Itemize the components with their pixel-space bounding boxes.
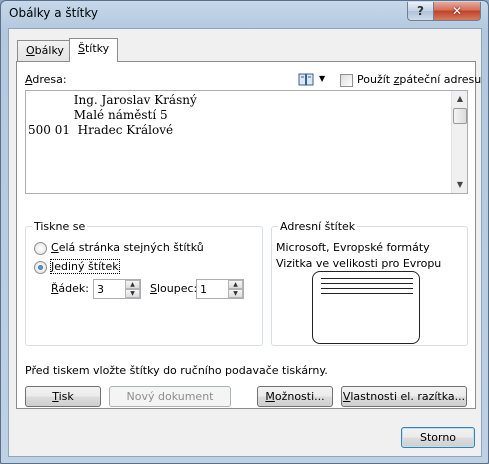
dialog-window: Obálky a štítky ? ✕ Obálky Štítky Adresa… bbox=[0, 0, 489, 464]
column-down-icon[interactable]: ▼ bbox=[228, 289, 243, 298]
window-title: Obálky a štítky bbox=[9, 6, 98, 20]
label-group-title: Adresní štítek bbox=[278, 220, 358, 233]
preview-line bbox=[321, 278, 413, 279]
single-label-radio[interactable] bbox=[34, 261, 47, 274]
label-preview[interactable] bbox=[312, 271, 420, 344]
scroll-down-icon[interactable]: ▼ bbox=[452, 177, 468, 193]
hint-text: Před tiskem vložte štítky do ručního pod… bbox=[25, 364, 328, 377]
label-vendor: Microsoft, Evropské formáty bbox=[276, 241, 430, 254]
use-return-address-checkbox[interactable] bbox=[340, 74, 353, 87]
title-bar[interactable]: Obálky a štítky ? ✕ bbox=[1, 1, 488, 27]
row-value: 3 bbox=[97, 283, 104, 296]
address-label: Adresa: bbox=[25, 73, 67, 86]
address-textarea[interactable]: Ing. Jaroslav Krásný Malé náměstí 5 500 … bbox=[25, 90, 468, 194]
column-up-icon[interactable]: ▲ bbox=[228, 280, 243, 289]
options-button[interactable]: Možnosti... bbox=[257, 386, 333, 407]
full-page-label: Celá stránka stejných štítků bbox=[51, 241, 204, 254]
help-icon: ? bbox=[417, 4, 424, 18]
row-up-icon[interactable]: ▲ bbox=[125, 280, 140, 289]
address-line-1: Ing. Jaroslav Krásný bbox=[28, 93, 197, 107]
print-group: Tiskne se Celá stránka stejných štítků J… bbox=[25, 220, 263, 346]
column-value: 1 bbox=[200, 283, 207, 296]
scroll-thumb[interactable] bbox=[453, 108, 467, 124]
print-group-title: Tiskne se bbox=[32, 220, 88, 233]
scroll-up-icon[interactable]: ▲ bbox=[452, 91, 468, 107]
labels-panel: Adresa: ▼ Použít zpáteční adresu Ing. Ja… bbox=[16, 61, 481, 409]
tab-labels[interactable]: Štítky bbox=[69, 38, 119, 62]
help-button[interactable]: ? bbox=[407, 2, 434, 21]
address-book-icon[interactable] bbox=[298, 73, 314, 86]
new-document-button[interactable]: Nový dokument bbox=[109, 386, 231, 407]
full-page-radio[interactable] bbox=[34, 242, 47, 255]
preview-line bbox=[321, 288, 413, 289]
label-product: Vizitka ve velikosti pro Evropu bbox=[276, 257, 442, 270]
row-label: Řádek: bbox=[51, 282, 89, 295]
dialog-client: Obálky Štítky Adresa: ▼ Použít zpáteční … bbox=[8, 28, 482, 457]
row-down-icon[interactable]: ▼ bbox=[125, 289, 140, 298]
column-spinner[interactable]: 1 ▲ ▼ bbox=[196, 279, 244, 299]
tab-envelopes-mnemonic: O bbox=[26, 44, 35, 57]
epostage-properties-button[interactable]: Vlastnosti el. razítka... bbox=[341, 386, 467, 407]
column-label: Sloupec: bbox=[150, 282, 198, 295]
tab-envelopes-label: bálky bbox=[34, 44, 64, 57]
address-line-3: 500 01 Hradec Králové bbox=[28, 123, 174, 137]
close-button[interactable]: ✕ bbox=[433, 2, 481, 21]
preview-line bbox=[321, 293, 413, 294]
address-line-2: Malé náměstí 5 bbox=[28, 108, 168, 122]
cancel-button[interactable]: Storno bbox=[401, 427, 475, 448]
address-scrollbar[interactable]: ▲ ▼ bbox=[451, 91, 467, 193]
print-button[interactable]: Tisk bbox=[25, 386, 101, 407]
tab-labels-label: títky bbox=[84, 42, 110, 55]
tab-envelopes[interactable]: Obálky bbox=[17, 40, 73, 62]
tab-labels-mnemonic: Š bbox=[78, 42, 85, 55]
row-spinner[interactable]: 3 ▲ ▼ bbox=[93, 279, 141, 299]
address-book-dropdown-icon[interactable]: ▼ bbox=[319, 74, 325, 83]
label-group[interactable]: Adresní štítek Microsoft, Evropské formá… bbox=[271, 220, 468, 346]
close-icon: ✕ bbox=[451, 4, 463, 18]
single-label-label: Jediný štítek bbox=[50, 259, 120, 274]
use-return-address-label: Použít zpáteční adresu bbox=[357, 73, 482, 86]
preview-line bbox=[321, 283, 413, 284]
